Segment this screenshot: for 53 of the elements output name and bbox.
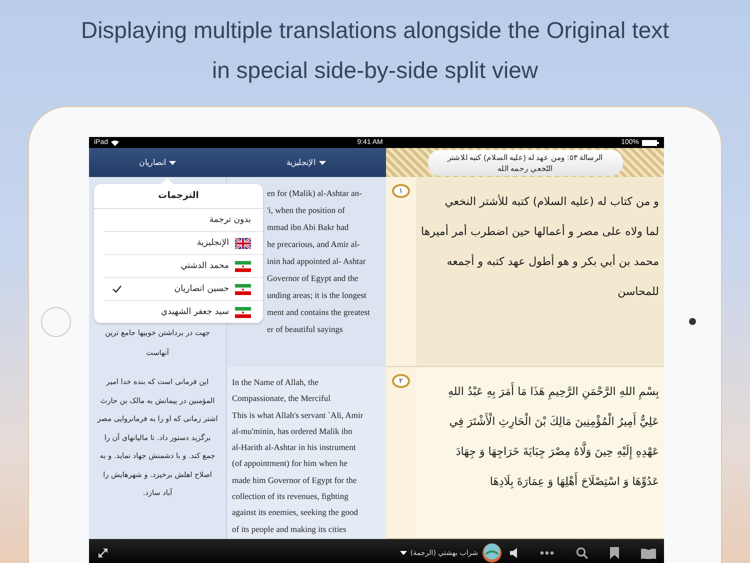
english-text-line: (of appointment) for him when he [232, 457, 348, 470]
globe-icon[interactable] [482, 543, 502, 563]
arabic-text-line: لما ولاه على مصر و أعمالها حين اضطرب أمر أميرها [420, 223, 659, 240]
arabic-text-line: للمحاسن [616, 284, 659, 300]
english-text-line: collection of its revenues, fighting [232, 490, 350, 504]
headline: Displaying multiple translations alongside the Original text in special side-by-side split view [80, 16, 670, 85]
flag-icon [235, 238, 251, 248]
translation-option[interactable]: الإنجليزية [104, 232, 263, 255]
english-text-line: ment and contains the greatest [267, 306, 371, 319]
flag-icon [235, 284, 251, 294]
battery-icon [642, 140, 659, 146]
arabic-text-line: عَلِيٌّ أَمِيرُ الْمُؤْمِنِينَ مَالِكَ بْنَ الْحَارِثِ الْأَشْتَرَ فِي [419, 407, 659, 437]
translation-dropdown[interactable]: الإنجليزية [284, 156, 328, 169]
book-icon[interactable] [641, 548, 656, 558]
english-text-line: of its people and making its cities [232, 522, 348, 536]
english-text-line: en for (Malik) al-Ashtar an- [267, 187, 363, 200]
english-text-line: 'i, when the position of [267, 204, 346, 217]
english-text-line: made him Governor of Egypt for the [232, 474, 358, 487]
flag-icon [235, 306, 251, 318]
flag-icon [235, 260, 251, 272]
english-text-line: inin had appointed al- Ashtar [267, 255, 367, 268]
more-icon[interactable] [540, 551, 554, 555]
arabic-text-line: بِسْمِ اللهِ الرَّحْمَنِ الرَّحِيمِ هَذَا مَا أَمَرَ بِهِ عَبْدُ اللهِ [419, 377, 659, 407]
translation-option[interactable]: محمد الدشتي [104, 255, 263, 278]
expand-icon[interactable] [97, 547, 109, 559]
translation-option[interactable]: حسين انصاريان [104, 278, 263, 301]
english-text-line: unding areas; it is the longest [267, 289, 368, 302]
translation-option[interactable]: سيد جعفر الشهيدي [104, 301, 263, 323]
english-text-line: against its enemies, seeking the good [232, 506, 360, 520]
speaker-icon[interactable] [510, 548, 518, 558]
caret-icon [169, 160, 176, 164]
translation-option[interactable]: بدون ترجمة [104, 209, 263, 232]
english-text-line: Governor of Egypt and the [267, 272, 360, 285]
english-text-line: al-Harith al-Ashtar in his instrument [232, 441, 357, 454]
english-text-line: he precarious, and Amir al- [267, 238, 361, 251]
arabic-text-line: عَهْدِهِ إِلَيْهِ حِينَ وَلَّاهُ مِصْرَ جِبَايَةَ خَرَاجِهَا وَ جِهَادَ [419, 437, 659, 467]
caret-icon [318, 160, 326, 164]
bookmark-icon[interactable] [610, 547, 619, 559]
english-text-line: This is what Allah's servant `Ali, Amir [232, 408, 364, 422]
translation-dropdown[interactable]: انصاريان [137, 156, 178, 169]
arabic-text-line: محمد بن أبي بكر و هو أطول عهد كتبه و أجمعه [446, 253, 659, 270]
search-icon[interactable] [576, 547, 588, 559]
arabic-text-line: و من كتاب له (عليه السلام) كتبه للأشتر النخعي [444, 194, 659, 210]
wifi-icon [111, 140, 120, 146]
english-text-line: mmad ibn Abi Bakr had [267, 221, 350, 234]
popover-title: الترجمات [94, 184, 263, 209]
english-text-line: er of beautiful sayings [267, 323, 344, 336]
caret-icon [400, 551, 408, 555]
camera-dot [689, 318, 696, 325]
english-text-line: Compassionate, the Merciful [232, 392, 332, 406]
arabic-text-line: عَدُوِّهَا وَ اسْتِصْلَاحَ أَهْلِهَا وَ عِمَارَةَ بِلَادِهَا [419, 467, 659, 497]
english-text-line: In the Name of Allah, the [232, 376, 320, 389]
english-text-line: al-mu'minin, has ordered Malik ibn [232, 424, 354, 438]
